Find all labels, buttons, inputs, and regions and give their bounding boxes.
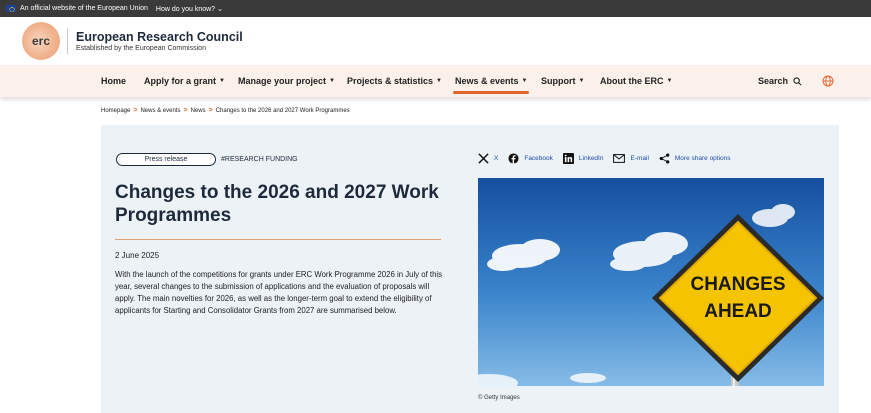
caret-down-icon: ▼	[219, 78, 225, 84]
title-divider	[115, 239, 441, 240]
chevron-right-icon: >	[208, 107, 213, 114]
nav-item-label: News & events	[455, 76, 519, 86]
linkedin-icon	[562, 153, 574, 164]
caret-down-icon: ▼	[436, 78, 442, 84]
image-caption: © Getty Images	[478, 395, 520, 401]
article-image: CHANGES AHEAD	[478, 178, 824, 386]
caret-down-icon: ▼	[329, 78, 335, 84]
site-identity: European Research Council Established by…	[76, 30, 243, 52]
share-linkedin-button[interactable]: LinkedIn	[562, 153, 604, 164]
erc-logo[interactable]: erc	[22, 22, 60, 60]
nav-item-manage[interactable]: Manage your project ▼	[238, 65, 335, 97]
nav-item-label: Apply for a grant	[144, 76, 217, 86]
chevron-right-icon: >	[133, 107, 138, 114]
share-icon	[659, 153, 670, 164]
share-email-button[interactable]: E-mail	[613, 154, 649, 163]
caret-down-icon: ▼	[578, 78, 585, 84]
nav-item-label: Support	[541, 76, 576, 86]
breadcrumb-item[interactable]: Homepage	[101, 108, 130, 114]
eu-official-bar: An official website of the European Unio…	[0, 0, 871, 17]
chevron-right-icon: >	[183, 107, 188, 114]
breadcrumb-current: Changes to the 2026 and 2027 Work Progra…	[215, 107, 350, 114]
search-icon	[793, 76, 802, 85]
article-intro: With the launch of the competitions for …	[115, 270, 443, 315]
share-label: E-mail	[630, 155, 649, 162]
page-title: Changes to the 2026 and 2027 Work Progra…	[115, 182, 439, 226]
breadcrumb-item[interactable]: News & events	[140, 108, 180, 114]
share-label: LinkedIn	[578, 155, 604, 162]
changes-ahead-photo: CHANGES AHEAD	[478, 178, 824, 386]
org-subtitle: Established by the European Commission	[76, 45, 206, 52]
email-icon	[613, 154, 626, 163]
nav-item-label: Home	[101, 76, 127, 86]
share-bar: X Facebook LinkedIn E-mail More share op…	[478, 153, 741, 164]
sign-text-line1: CHANGES	[690, 274, 785, 295]
share-x-button[interactable]: X	[478, 153, 498, 164]
caret-down-icon: ▼	[666, 78, 673, 84]
eu-flag-icon	[6, 5, 16, 12]
breadcrumb-item[interactable]: News	[191, 108, 206, 114]
how-do-you-know-link[interactable]: How do you know? ⌄	[156, 5, 223, 13]
nav-item-about[interactable]: About the ERC ▼	[600, 65, 672, 97]
language-globe-icon[interactable]	[822, 75, 834, 87]
nav-item-home[interactable]: Home	[101, 65, 126, 97]
breadcrumb: Homepage > News & events > News > Change…	[101, 107, 350, 114]
publish-date: 2 June 2025	[115, 251, 160, 260]
site-header: erc European Research Council Establishe…	[0, 17, 871, 65]
nav-item-label: Projects & statistics	[347, 76, 434, 86]
article-panel: Press release #RESEARCH FUNDING Changes …	[101, 125, 839, 413]
share-label: Facebook	[524, 155, 553, 162]
search-label: Search	[758, 76, 789, 86]
eu-official-text: An official website of the European Unio…	[20, 5, 148, 12]
nav-item-label: About the ERC	[600, 76, 664, 86]
logo-text: erc	[31, 34, 51, 48]
x-logo-icon	[478, 153, 489, 164]
share-label: X	[494, 155, 499, 162]
caret-down-icon: ▼	[521, 78, 528, 84]
search-button[interactable]: Search	[758, 65, 802, 97]
logo-divider	[67, 28, 68, 54]
sign-text-line2: AHEAD	[704, 301, 772, 322]
nav-item-label: Manage your project	[238, 76, 327, 86]
main-nav: Home Apply for a grant ▼ Manage your pro…	[0, 65, 871, 97]
share-label: More share options	[674, 155, 731, 162]
facebook-icon	[508, 153, 519, 164]
more-share-button[interactable]: More share options	[659, 153, 731, 164]
topic-tag[interactable]: #RESEARCH FUNDING	[221, 156, 298, 163]
tag-label: Press release	[144, 156, 188, 163]
press-release-tag[interactable]: Press release	[116, 153, 216, 166]
nav-item-projects[interactable]: Projects & statistics ▼	[347, 65, 442, 97]
how-do-you-know-label: How do you know?	[155, 5, 216, 13]
nav-item-apply[interactable]: Apply for a grant ▼	[144, 65, 225, 97]
org-name: European Research Council	[76, 30, 243, 44]
nav-item-support[interactable]: Support ▼	[541, 65, 584, 97]
chevron-down-icon: ⌄	[217, 5, 223, 13]
nav-item-news[interactable]: News & events ▼	[452, 65, 530, 97]
share-facebook-button[interactable]: Facebook	[508, 153, 553, 164]
